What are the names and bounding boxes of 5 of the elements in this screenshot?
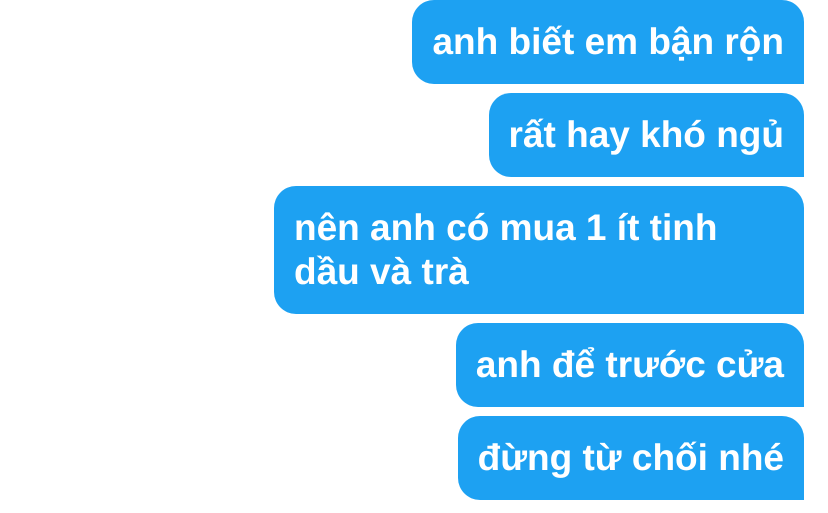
message-bubble: anh biết em bận rộn [412, 0, 804, 84]
message-bubble: anh để trước cửa [456, 323, 804, 407]
message-bubble: rất hay khó ngủ [488, 93, 804, 177]
message-bubble: nên anh có mua 1 ít tinh dầu và trà [274, 186, 804, 314]
message-bubble: đừng từ chối nhé [458, 416, 804, 500]
